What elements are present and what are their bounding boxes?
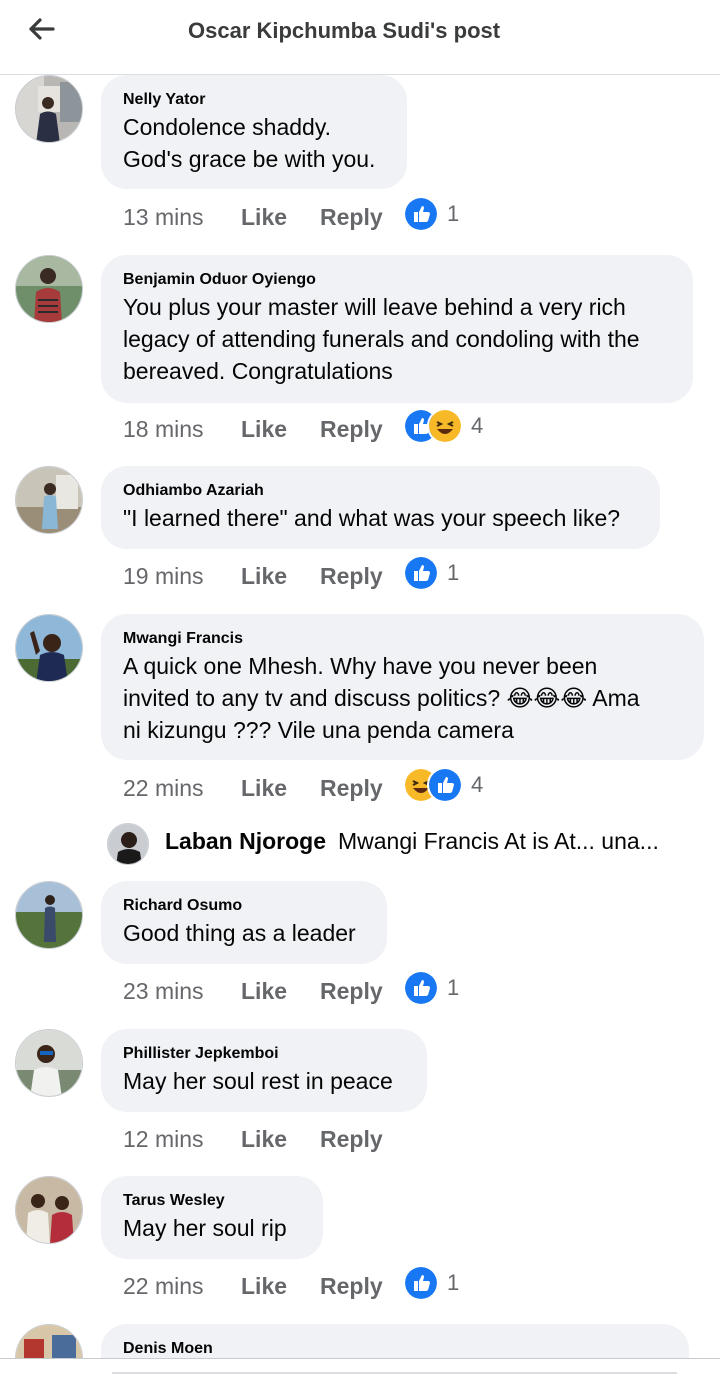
reply-author[interactable]: Laban Njoroge: [165, 828, 326, 855]
reaction-count: 1: [447, 975, 460, 1000]
page-title: Oscar Kipchumba Sudi's post: [188, 18, 501, 43]
like-reaction-icon: [403, 970, 439, 1006]
like-reaction-icon: [403, 1265, 439, 1301]
avatar-photo: [16, 76, 82, 142]
reply-button[interactable]: Reply: [320, 978, 400, 1005]
comment-meta: 13 mins Like Reply 1: [123, 196, 459, 235]
comment-meta: 19 mins Like Reply 1: [123, 555, 459, 594]
back-button[interactable]: [22, 12, 62, 46]
comment-text-line: "I learned there" and what was your spee…: [123, 505, 621, 531]
avatar[interactable]: [107, 823, 149, 865]
reply-button[interactable]: Reply: [320, 1126, 400, 1153]
comment-text-line: bereaved. Congratulations: [123, 358, 393, 384]
comment-timestamp: 23 mins: [123, 977, 204, 1004]
comment-text-line: May her soul rest in peace: [123, 1068, 393, 1094]
comment-text-line: invited to any tv and discuss politics? …: [123, 685, 640, 711]
reaction-count: 4: [471, 413, 484, 438]
reaction-summary[interactable]: 1: [403, 970, 459, 1006]
comment-text-line: legacy of attending funerals and condoli…: [123, 326, 640, 352]
comment-timestamp: 13 mins: [123, 203, 204, 230]
comment-bubble[interactable]: Mwangi Francis A quick one Mhesh. Why ha…: [101, 614, 704, 760]
reply-button[interactable]: Reply: [320, 563, 400, 590]
avatar-photo: [16, 1325, 82, 1358]
reaction-summary[interactable]: 1: [403, 196, 459, 232]
reply-button[interactable]: Reply: [320, 416, 400, 443]
avatar[interactable]: [15, 466, 83, 534]
avatar-photo: [16, 256, 82, 322]
avatar[interactable]: [15, 1324, 83, 1358]
avatar[interactable]: [15, 881, 83, 949]
comment-meta: 12 mins Like Reply: [123, 1121, 400, 1157]
like-button[interactable]: Like: [241, 416, 320, 443]
avatar[interactable]: [15, 614, 83, 682]
reaction-count: 4: [471, 772, 484, 797]
comment-bubble[interactable]: Odhiambo Azariah "I learned there" and w…: [101, 466, 660, 549]
like-button[interactable]: Like: [241, 775, 320, 802]
comment-timestamp: 19 mins: [123, 562, 204, 589]
comment-timestamp: 22 mins: [123, 1272, 204, 1299]
comment-meta: 22 mins Like Reply 4: [123, 767, 483, 806]
avatar-photo: [16, 467, 82, 533]
comment-author[interactable]: Mwangi Francis: [123, 628, 682, 650]
comment-text-line: ni kizungu ??? Vile una penda camera: [123, 717, 514, 743]
comment-meta: 18 mins Like Reply 4: [123, 408, 483, 447]
comment-author[interactable]: Odhiambo Azariah: [123, 480, 638, 502]
reply-button[interactable]: Reply: [320, 1273, 400, 1300]
avatar[interactable]: [15, 255, 83, 323]
like-button[interactable]: Like: [241, 563, 320, 590]
like-button[interactable]: Like: [241, 978, 320, 1005]
reply-button[interactable]: Reply: [320, 204, 400, 231]
avatar-photo: [16, 1030, 82, 1096]
top-bar: Oscar Kipchumba Sudi's post: [0, 0, 720, 75]
haha-reaction-icon: [427, 408, 463, 444]
like-button[interactable]: Like: [241, 1273, 320, 1300]
back-arrow-icon: [29, 18, 55, 40]
comment-author[interactable]: Nelly Yator: [123, 89, 385, 111]
comment-bubble[interactable]: Denis Moen: [101, 1324, 689, 1358]
comment-text-line: A quick one Mhesh. Why have you never be…: [123, 653, 598, 679]
like-reaction-icon: [403, 196, 439, 232]
comment-timestamp: 18 mins: [123, 415, 204, 442]
avatar[interactable]: [15, 1029, 83, 1097]
comment-text-line: May her soul rip: [123, 1215, 287, 1241]
avatar[interactable]: [15, 75, 83, 143]
comment-meta: 23 mins Like Reply 1: [123, 970, 459, 1009]
reply-text: Mwangi Francis At is At... una...: [338, 828, 659, 854]
comment-text-line: God's grace be with you.: [123, 146, 376, 172]
reaction-count: 1: [447, 560, 460, 585]
avatar-photo: [16, 1177, 82, 1243]
comment-text-line: You plus your master will leave behind a…: [123, 294, 626, 320]
comment-timestamp: 12 mins: [123, 1125, 204, 1152]
avatar-photo: [16, 882, 82, 948]
reply-button[interactable]: Reply: [320, 775, 400, 802]
comment-meta: 22 mins Like Reply 1: [123, 1265, 459, 1304]
reaction-summary[interactable]: 1: [403, 555, 459, 591]
comment-bubble[interactable]: Tarus Wesley May her soul rip: [101, 1176, 323, 1259]
like-button[interactable]: Like: [241, 204, 320, 231]
like-reaction-icon: [427, 767, 463, 803]
reaction-summary[interactable]: 4: [403, 408, 483, 444]
like-reaction-icon: [403, 555, 439, 591]
comment-author[interactable]: Richard Osumo: [123, 895, 365, 917]
avatar-photo: [108, 824, 148, 864]
comment-author[interactable]: Phillister Jepkemboi: [123, 1043, 405, 1065]
comment-text-line: Good thing as a leader: [123, 920, 356, 946]
like-button[interactable]: Like: [241, 1126, 320, 1153]
reaction-count: 1: [447, 1270, 460, 1295]
comment-bubble[interactable]: Richard Osumo Good thing as a leader: [101, 881, 387, 964]
comment-author[interactable]: Denis Moen: [123, 1338, 667, 1360]
avatar-photo: [16, 615, 82, 681]
comment-author[interactable]: Tarus Wesley: [123, 1190, 301, 1212]
avatar[interactable]: [15, 1176, 83, 1244]
comment-author[interactable]: Benjamin Oduor Oyiengo: [123, 269, 671, 291]
comment-text-line: Condolence shaddy.: [123, 114, 331, 140]
comment-bubble[interactable]: Nelly Yator Condolence shaddy. God's gra…: [101, 75, 407, 189]
comment-bubble[interactable]: Benjamin Oduor Oyiengo You plus your mas…: [101, 255, 693, 403]
comment-timestamp: 22 mins: [123, 774, 204, 801]
reply-preview[interactable]: Laban Njoroge Mwangi Francis At is At...…: [0, 820, 720, 868]
reaction-count: 1: [447, 201, 460, 226]
reaction-summary[interactable]: 4: [403, 767, 483, 803]
reaction-summary[interactable]: 1: [403, 1265, 459, 1301]
comment-bubble[interactable]: Phillister Jepkemboi May her soul rest i…: [101, 1029, 427, 1112]
